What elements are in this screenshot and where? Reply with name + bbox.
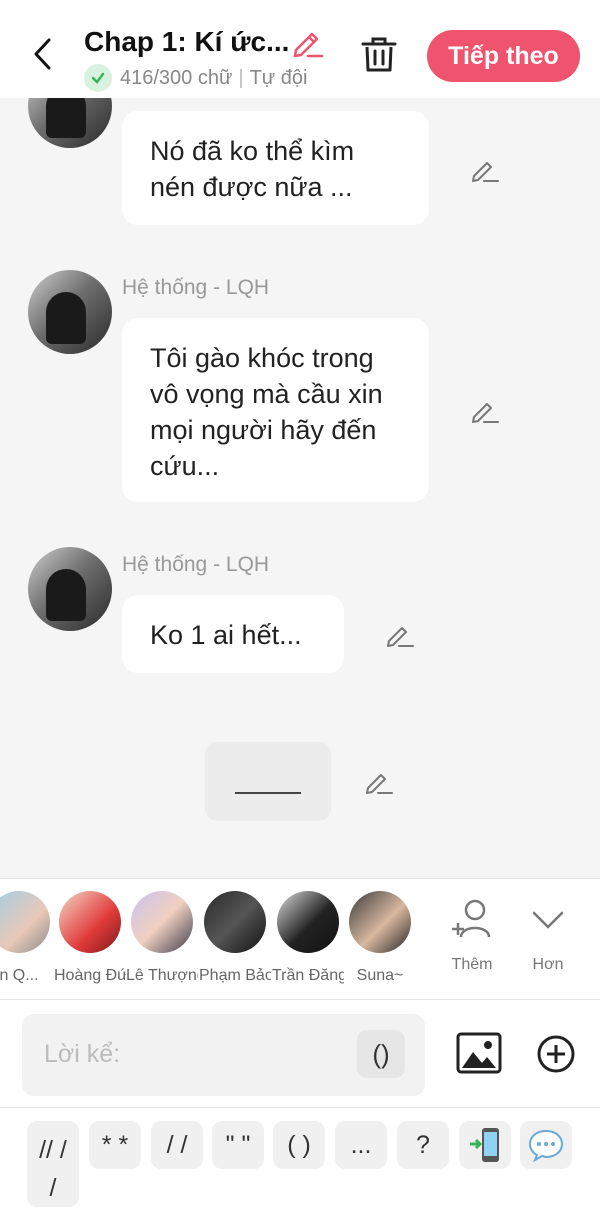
tool-slashes[interactable]: // / /	[27, 1121, 79, 1207]
character-item[interactable]: Trần Đăng...	[272, 891, 344, 985]
chat-area: Nó đã ko thể kìm nén được nữa ... Hệ thố…	[0, 98, 600, 878]
add-character-label: Thêm	[451, 956, 493, 973]
speech-bubble-icon	[528, 1129, 564, 1162]
message-bubble[interactable]: Tôi gào khóc trong vô vọng mà cầu xin mọ…	[122, 318, 429, 502]
top-bar: Chap 1: Kí ức... 416/300 chữ | Tự đội Ti…	[0, 0, 600, 98]
pencil-icon	[472, 403, 499, 423]
narration-placeholder: Lời kể:	[44, 1040, 121, 1068]
more-options-button[interactable]	[536, 1034, 576, 1079]
avatar[interactable]	[28, 547, 112, 631]
word-count: 416/300 chữ	[120, 66, 233, 89]
chevron-left-icon	[34, 38, 51, 70]
narration-bubble[interactable]	[205, 742, 331, 821]
character-item[interactable]: Hoàng Đứ...	[54, 891, 126, 985]
check-icon	[84, 64, 112, 92]
plus-circle-icon	[537, 1035, 575, 1073]
tool-italics[interactable]: / /	[151, 1121, 203, 1169]
edit-message-button[interactable]	[470, 396, 500, 429]
character-name: Lê Thượng...	[126, 967, 198, 984]
message-bubble[interactable]: Nó đã ko thể kìm nén được nữa ...	[122, 111, 429, 225]
tool-parentheses[interactable]: ( )	[273, 1121, 325, 1169]
more-label: Hơn	[532, 956, 564, 973]
narration-blank	[235, 792, 301, 794]
back-button[interactable]	[24, 34, 60, 74]
add-user-icon	[452, 899, 491, 938]
message-bubble[interactable]: Ko 1 ai hết...	[122, 595, 344, 673]
image-icon	[456, 1032, 502, 1074]
pencil-icon	[472, 162, 499, 182]
character-avatar	[349, 891, 411, 953]
character-name: Trần Đăng...	[272, 967, 344, 984]
character-avatar	[277, 891, 339, 953]
phone-icon	[470, 1128, 499, 1162]
character-avatar	[204, 891, 266, 953]
tool-speech[interactable]	[520, 1121, 572, 1169]
chapter-title: Chap 1: Kí ức...	[84, 26, 290, 57]
character-avatar	[131, 891, 193, 953]
character-item[interactable]: Phạm Bảo...	[199, 891, 271, 985]
add-character-button[interactable]: Thêm	[437, 897, 507, 974]
more-characters-button[interactable]: Hơn	[513, 897, 583, 974]
tool-ellipsis[interactable]: ...	[335, 1121, 387, 1169]
chevron-down-icon	[532, 911, 564, 929]
avatar[interactable]	[28, 270, 112, 354]
team-label: Tự đội	[249, 66, 308, 89]
character-name: n Q...	[0, 967, 39, 984]
avatar[interactable]	[28, 98, 112, 148]
composer: Lời kể: ()	[0, 1000, 600, 1107]
pencil-icon	[366, 774, 393, 794]
edit-message-button[interactable]	[385, 620, 415, 653]
trash-icon	[361, 37, 397, 72]
character-item[interactable]: Suna~	[347, 891, 413, 985]
pencil-icon	[387, 627, 414, 647]
edit-narration-button[interactable]	[364, 767, 394, 800]
character-item[interactable]: n Q...	[0, 891, 52, 985]
sender-name: Hệ thống - LQH	[122, 553, 270, 576]
edit-title-button[interactable]	[290, 26, 324, 63]
sender-name: Hệ thống - LQH	[122, 276, 270, 299]
character-name: Phạm Bảo...	[199, 967, 271, 984]
tool-asterisks[interactable]: * *	[89, 1121, 141, 1169]
character-name: Suna~	[356, 967, 404, 984]
tool-phone[interactable]	[459, 1121, 511, 1169]
edit-message-button[interactable]	[470, 155, 500, 188]
pencil-icon	[293, 32, 324, 58]
tool-quotes[interactable]: " "	[212, 1121, 264, 1169]
character-name: Hoàng Đứ...	[54, 967, 126, 984]
parentheses-button[interactable]: ()	[357, 1030, 405, 1078]
character-avatar	[0, 891, 50, 953]
character-strip: n Q... Hoàng Đứ... Lê Thượng... Phạm Bảo…	[0, 878, 600, 1000]
character-item[interactable]: Lê Thượng...	[126, 891, 198, 985]
insert-image-button[interactable]	[456, 1032, 502, 1079]
chapter-meta: 416/300 chữ | Tự đội	[84, 64, 307, 92]
narration-input[interactable]: Lời kể: ()	[22, 1014, 425, 1096]
next-button[interactable]: Tiếp theo	[427, 30, 580, 82]
delete-button[interactable]	[358, 34, 400, 81]
tool-question[interactable]: ?	[397, 1121, 449, 1169]
character-avatar	[59, 891, 121, 953]
format-toolbar: // / / * * / / " " ( ) ... ?	[0, 1107, 600, 1209]
meta-divider: |	[238, 66, 244, 89]
